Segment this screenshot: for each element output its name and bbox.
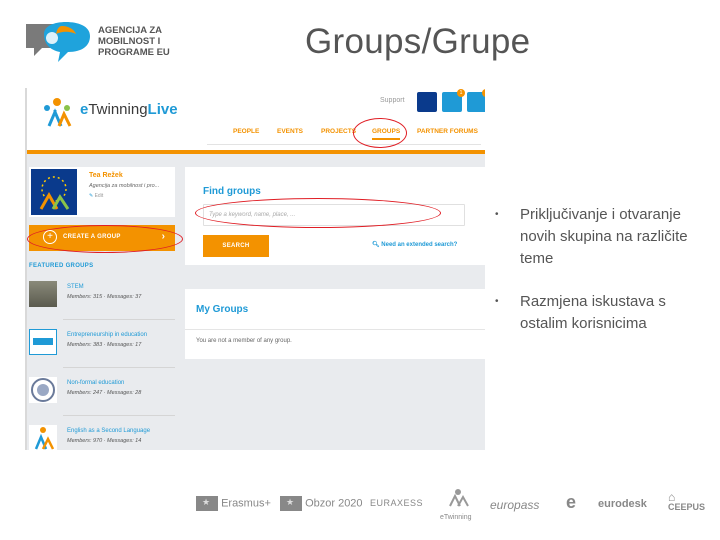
search-button[interactable]: SEARCH — [203, 235, 269, 257]
nav-people[interactable]: PEOPLE — [233, 125, 259, 138]
profile-name[interactable]: Tea Režek — [89, 172, 123, 179]
magnifier-icon: 🔍︎ — [372, 242, 380, 248]
my-groups-title: My Groups — [196, 304, 249, 315]
divider — [63, 367, 175, 368]
etwinning-footer-icon — [449, 489, 469, 507]
user-avatar-thumb[interactable] — [417, 92, 437, 112]
list-item[interactable]: Entrepreneurship in education Members: 3… — [27, 324, 177, 368]
my-groups-panel: My Groups You are not a member of any gr… — [185, 289, 485, 359]
extended-search-link[interactable]: 🔍︎ Need an extended search? — [372, 241, 457, 248]
agency-name: AGENCIJA ZA MOBILNOST I PROGRAME EU — [98, 25, 170, 58]
divider — [63, 415, 175, 416]
etwinning-small-icon — [34, 427, 55, 450]
highlight-ring-create-group — [27, 225, 183, 253]
group-thumbnail — [29, 425, 57, 450]
list-item[interactable]: Non-formal education Members: 247 · Mess… — [27, 372, 177, 416]
find-groups-title: Find groups — [203, 186, 261, 197]
header-accent-bar — [27, 150, 485, 154]
bullet-item: • Priključivanje i otvaranje novih skupin… — [495, 206, 688, 267]
etwinning-screenshot: eTwinningLive Support 1 1 PEOPLE EVENTS … — [25, 88, 485, 450]
eu-flag-icon — [280, 496, 302, 511]
highlight-ring-groups — [353, 118, 407, 148]
erasmus-logo: Erasmus+ — [196, 496, 271, 532]
etwinning-logo-text[interactable]: eTwinningLive — [80, 101, 178, 118]
group-meta: Members: 383 · Messages: 17 — [67, 342, 142, 348]
nav-projects[interactable]: PROJECTS — [321, 125, 356, 138]
europass-logo: europass — [490, 498, 540, 512]
etwinning-footer-logo: eTwinning — [440, 488, 476, 524]
etwinning-avatar-icon — [31, 169, 77, 215]
group-thumbnail — [29, 377, 57, 403]
profile-avatar — [31, 169, 77, 215]
euraxess-logo: EURAXESS — [370, 498, 424, 508]
ec-logo: e — [566, 492, 577, 512]
group-thumbnail — [29, 281, 57, 307]
support-link[interactable]: Support — [380, 97, 405, 104]
obzor-logo: Obzor 2020 — [280, 496, 363, 532]
message-badge: 1 — [482, 89, 485, 97]
divider — [63, 319, 175, 320]
notifications-icon[interactable]: 1 — [442, 89, 465, 112]
group-name[interactable]: English as a Second Language — [67, 428, 150, 434]
eu-flag-icon — [196, 496, 218, 511]
slide-title: Groups/Grupe — [305, 22, 531, 61]
agency-speech-bubbles-icon — [26, 22, 90, 62]
footer-logos: Erasmus+ Obzor 2020 EURAXESS eTwinning e… — [190, 488, 710, 524]
highlight-ring-search — [195, 198, 441, 228]
ceepus-logo: ⌂ CEEPUS — [668, 490, 706, 512]
group-name[interactable]: STEM — [67, 284, 84, 290]
list-item[interactable]: STEM Members: 315 · Messages: 37 — [27, 276, 177, 320]
profile-edit-link[interactable]: ✎ Edit — [89, 193, 103, 199]
bullet-list: • Priključivanje i otvaranje novih skupin… — [493, 204, 703, 335]
featured-groups-heading: FEATURED GROUPS — [29, 263, 94, 269]
pencil-icon: ✎ — [89, 193, 94, 199]
group-name[interactable]: Entrepreneurship in education — [67, 332, 147, 338]
etwinning-header: eTwinningLive Support 1 1 PEOPLE EVENTS … — [27, 88, 485, 154]
group-meta: Members: 247 · Messages: 28 — [67, 390, 142, 396]
bullet-item: • Razmjena iskustava s ostalim korisnicim… — [495, 293, 666, 332]
list-item[interactable]: English as a Second Language Members: 97… — [27, 420, 177, 450]
notification-badge: 1 — [457, 89, 465, 97]
nav-events[interactable]: EVENTS — [277, 125, 303, 138]
messages-icon[interactable]: 1 — [467, 89, 485, 112]
group-name[interactable]: Non-formal education — [67, 380, 124, 386]
group-meta: Members: 315 · Messages: 37 — [67, 294, 142, 300]
eurodesk-logo: eurodesk — [598, 498, 647, 510]
nav-partner-forums[interactable]: PARTNER FORUMS — [417, 125, 478, 138]
divider — [185, 329, 485, 330]
my-groups-empty-text: You are not a member of any group. — [196, 338, 292, 344]
profile-card[interactable]: Tea Režek Agencija za mobilnost i pro...… — [29, 167, 175, 217]
nav-divider — [207, 144, 481, 145]
seal-icon — [31, 378, 55, 402]
group-thumbnail — [29, 329, 57, 355]
group-meta: Members: 970 · Messages: 14 — [67, 438, 142, 444]
profile-organisation: Agencija za mobilnost i pro... — [89, 183, 160, 189]
etwinning-logo-icon — [44, 98, 72, 127]
